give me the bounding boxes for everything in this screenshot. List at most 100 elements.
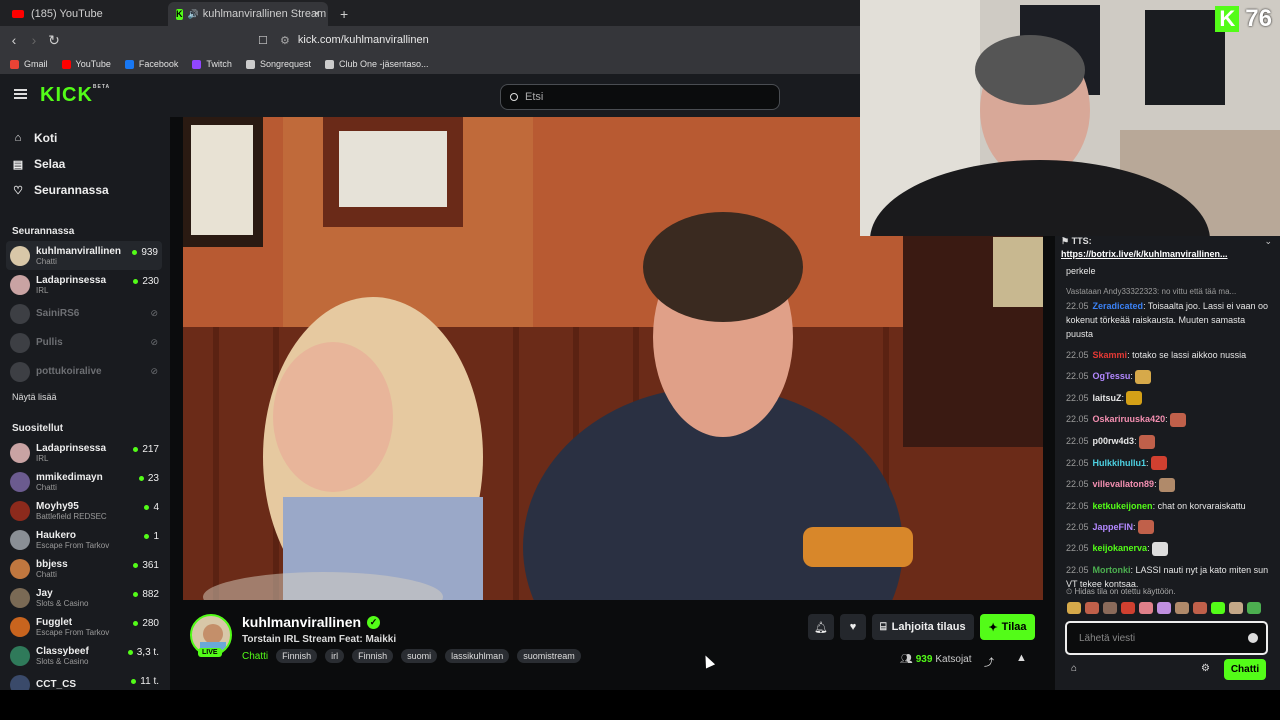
search-input[interactable]: Etsi (500, 84, 780, 110)
stream-tags: Chatti Finnish irl Finnish suomi lassiku… (242, 649, 589, 663)
emote[interactable] (1211, 602, 1225, 614)
message-username[interactable]: Oskariruuska420 (1093, 414, 1166, 424)
emote[interactable] (1193, 602, 1207, 614)
emote[interactable] (1175, 602, 1189, 614)
bookmark-item[interactable]: Club One -jäsentaso... (324, 59, 429, 69)
address-bar: ‹ › ↻ ☐ ⚙ kick.com/kuhlmanvirallinen (0, 26, 860, 54)
sidebar-channel[interactable]: SainiRS6 ⊘ (0, 299, 170, 328)
sidebar-channel[interactable]: bbjess Chatti 361 (0, 554, 170, 583)
channel-name[interactable]: kuhlmanvirallinen ✓ (242, 614, 381, 630)
message-username[interactable]: ketkukeijonen (1093, 501, 1153, 511)
gift-sub-button[interactable]: ⌸ Lahjoita tilaus (872, 614, 974, 640)
back-icon[interactable]: ‹ (4, 32, 24, 48)
show-more-link[interactable]: Näytä lisää (0, 386, 170, 408)
bookmark-item[interactable]: Gmail (10, 59, 48, 69)
sidebar-channel[interactable]: Classybeef Slots & Casino 3,3 t. (0, 641, 170, 670)
message-username[interactable]: p00rw4d3 (1093, 436, 1135, 446)
sidebar-channel[interactable]: Ladaprinsessa IRL 230 (0, 270, 170, 299)
chat-message: 22.05 villevallaton89: (1066, 477, 1274, 492)
bookmark-item[interactable]: Facebook (124, 59, 178, 69)
chat-message: 22.05 Skammi: totako se lassi aikkoo nuss… (1066, 348, 1274, 362)
send-chat-button[interactable]: Chatti (1224, 659, 1266, 680)
close-tab-icon[interactable]: × (314, 8, 320, 20)
emote[interactable] (1247, 602, 1261, 614)
message-username[interactable]: Skammi (1093, 350, 1128, 360)
sidebar-channel[interactable]: Pullis ⊘ (0, 328, 170, 357)
emote (1150, 456, 1167, 471)
new-tab-button[interactable]: + (332, 2, 352, 26)
notification-bell-button[interactable]: 🔔︎ (808, 614, 834, 640)
tag[interactable]: lassikuhlman (445, 649, 510, 663)
tag[interactable]: suomi (401, 649, 438, 663)
emote[interactable] (1067, 602, 1081, 614)
message-username[interactable]: Zeradicated (1093, 301, 1144, 311)
emote[interactable] (1085, 602, 1099, 614)
bookmark-item[interactable]: Twitch (192, 59, 232, 69)
pinned-link[interactable]: https://botrix.live/k/kuhlmanvirallinen.… (1061, 249, 1274, 259)
message-time: 22.05 (1066, 565, 1089, 575)
store-icon[interactable]: ⌂ (1071, 663, 1077, 674)
sidebar-channel[interactable]: CCT_CS 11 t. (0, 670, 170, 690)
reload-icon[interactable]: ↻ (44, 32, 64, 49)
report-icon[interactable]: ▲ (1016, 652, 1027, 664)
message-username[interactable]: laitsuZ (1093, 393, 1122, 403)
gear-icon[interactable]: ⚙ (1201, 663, 1210, 674)
url-field[interactable]: ⚙ kick.com/kuhlmanvirallinen (280, 26, 429, 54)
category-link[interactable]: Chatti (242, 651, 268, 662)
nav-following[interactable]: ♡ Seurannassa (0, 177, 170, 203)
bookmark-item[interactable]: YouTube (61, 59, 111, 69)
pin-icon: ⚑ (1061, 236, 1072, 246)
sidebar-channel[interactable]: Ladaprinsessa IRL 217 (0, 438, 170, 467)
tag[interactable]: irl (325, 649, 345, 663)
follow-button[interactable]: ♥ (840, 614, 866, 640)
forward-icon[interactable]: › (24, 32, 44, 48)
tab-youtube[interactable]: (185) YouTube (4, 2, 164, 26)
emote-bar (1067, 602, 1277, 616)
message-username[interactable]: JappeFIN (1093, 522, 1134, 532)
message-username[interactable]: Hulkkihullu1 (1093, 458, 1147, 468)
message-text: : (1147, 543, 1150, 554)
emote[interactable] (1157, 602, 1171, 614)
emote[interactable] (1103, 602, 1117, 614)
chat-footer: ⌂ ⚙ Chatti (1065, 659, 1268, 681)
tag[interactable]: suomistream (517, 649, 581, 663)
chat-message: Vastataan Andy33322323: no vittu että tä… (1066, 285, 1274, 341)
sidebar-channel[interactable]: kuhlmanvirallinen Chatti 939 (6, 241, 162, 270)
tag[interactable]: Finnish (276, 649, 318, 663)
avatar (10, 616, 30, 637)
message-username[interactable]: Mortonki (1093, 565, 1131, 575)
message-username[interactable]: keijokanerva (1093, 543, 1148, 553)
message-username[interactable]: OgTessu (1093, 371, 1131, 381)
emote[interactable] (1139, 602, 1153, 614)
tab-kick[interactable]: K 🔊 kuhlmanvirallinen Stream - W × (168, 2, 328, 26)
sidebar-channel[interactable]: Moyhy95 Battlefield REDSEC 4 (0, 496, 170, 525)
chat-panel: ⚑ TTS: https://botrix.live/k/kuhlmanvira… (1055, 236, 1280, 690)
emoji-icon[interactable] (1248, 633, 1258, 643)
message-time: 22.05 (1066, 521, 1089, 532)
nav-browse[interactable]: ▤ Selaa (0, 151, 170, 177)
site-info-icon[interactable]: ⚙ (280, 34, 290, 47)
sidebar-channel[interactable]: Fugglet Escape From Tarkov 280 (0, 612, 170, 641)
sidebar-channel[interactable]: Jay Slots & Casino 882 (0, 583, 170, 612)
bookmark-star-icon[interactable]: ☐ (258, 34, 268, 47)
bookmark-item[interactable]: Songrequest (245, 59, 311, 69)
emote (1138, 434, 1155, 449)
chevron-down-icon[interactable]: ⌄ (1264, 236, 1272, 247)
subscribe-button[interactable]: ✦ Tilaa (980, 614, 1035, 640)
sidebar-channel[interactable]: pottukoiralive ⊘ (0, 357, 170, 386)
video-right-gutter (1043, 236, 1055, 600)
nav-home[interactable]: ⌂ Koti (0, 125, 170, 151)
message-time: 22.05 (1066, 350, 1089, 360)
menu-icon[interactable] (14, 89, 27, 99)
chat-input[interactable]: Lähetä viesti (1065, 621, 1268, 655)
share-icon[interactable]: ⤴ (984, 654, 994, 669)
sidebar-channel[interactable]: Haukero Escape From Tarkov 1 (0, 525, 170, 554)
emote[interactable] (1121, 602, 1135, 614)
message-username[interactable]: villevallaton89 (1093, 479, 1155, 489)
emote[interactable] (1229, 602, 1243, 614)
emote (1169, 412, 1186, 427)
avatar (10, 645, 30, 666)
sidebar-channel[interactable]: mmikedimayn Chatti 23 (0, 467, 170, 496)
kick-logo[interactable]: KICKBETA (40, 84, 110, 107)
tag[interactable]: Finnish (352, 649, 394, 663)
